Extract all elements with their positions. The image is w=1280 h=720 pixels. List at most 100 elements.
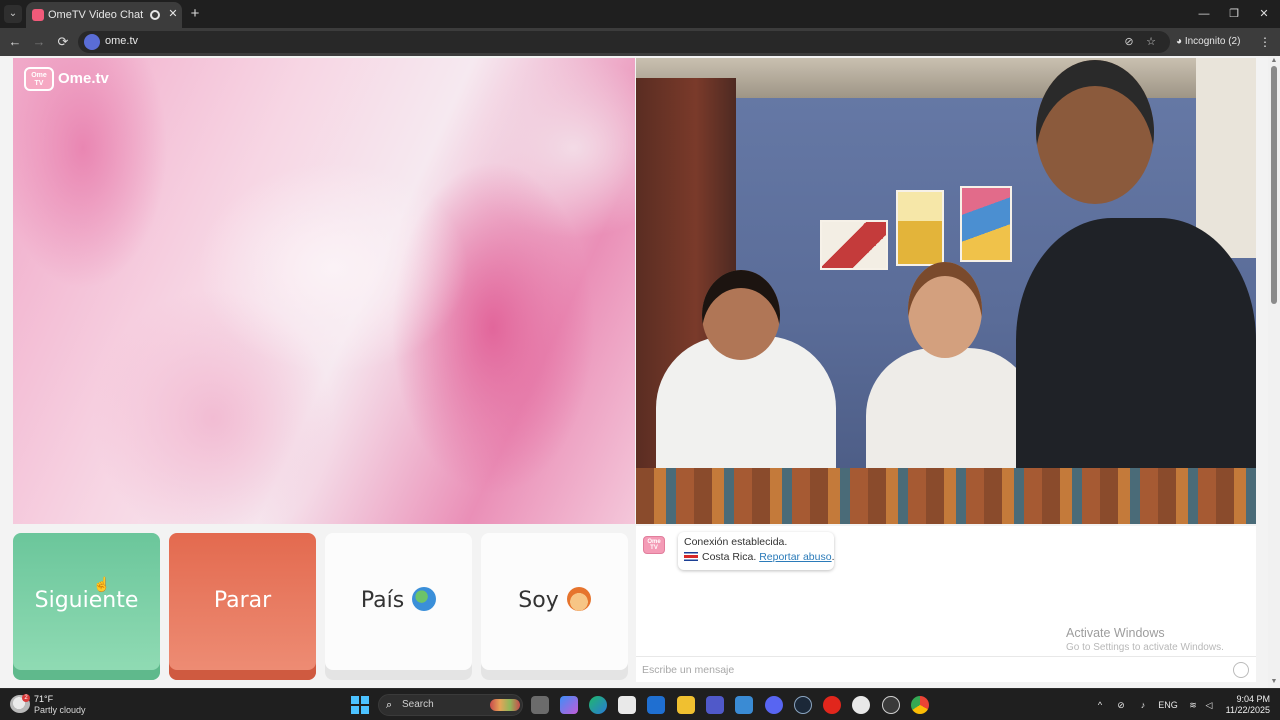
edge-icon[interactable]	[589, 696, 607, 714]
taskbar-search[interactable]: ⌕ Search	[378, 694, 523, 716]
file-icon[interactable]	[531, 696, 549, 714]
clock-date[interactable]: 11/22/2025	[1214, 705, 1270, 716]
search-highlight-art	[490, 699, 520, 711]
poster-sunflowers	[896, 190, 944, 266]
chrome-icon[interactable]	[911, 696, 929, 714]
weather-badge: 2	[22, 694, 30, 702]
stop-button-label: Parar	[213, 588, 272, 613]
logo-text: Ome.tv	[58, 70, 109, 87]
browser-tab-strip: ⌄ OmeTV Video Chat — Ome ✕ + — ❐ ✕	[0, 0, 1280, 28]
steam-icon[interactable]	[794, 696, 812, 714]
my-camera-video: Ome TV Ome.tv	[13, 58, 635, 524]
teams-icon[interactable]	[706, 696, 724, 714]
address-bar[interactable]: ome.tv ⊘ ☆	[78, 31, 1170, 53]
forward-button[interactable]: →	[30, 33, 48, 51]
store-icon[interactable]	[618, 696, 636, 714]
windows-start-icon[interactable]	[351, 696, 369, 714]
favicon-icon	[32, 9, 44, 21]
tab-search-menu-button[interactable]: ⌄	[4, 5, 22, 23]
costa-rica-flag-icon	[684, 552, 698, 561]
logo-badge-icon: Ome TV	[24, 67, 54, 91]
connection-status-text: Conexión establecida.	[684, 536, 788, 548]
country-button[interactable]: País	[325, 533, 472, 680]
poster-red	[820, 220, 888, 270]
minimize-button[interactable]: —	[1194, 4, 1214, 24]
tab-close-button[interactable]: ✕	[166, 7, 180, 21]
incognito-icon: ◕	[1176, 36, 1183, 47]
search-icon: ⌕	[386, 699, 393, 711]
gender-button-label-row: Soy	[481, 585, 628, 617]
incognito-label: Incognito (2)	[1184, 36, 1241, 47]
gender-button[interactable]: Soy	[481, 533, 628, 680]
back-button[interactable]: ←	[6, 33, 24, 51]
message-input-bar	[636, 656, 1256, 682]
emoji-icon[interactable]	[1233, 662, 1249, 678]
scene-window	[1196, 58, 1256, 258]
chatgpt-icon[interactable]	[882, 696, 900, 714]
folder-icon[interactable]	[677, 696, 695, 714]
microphone-icon[interactable]: ♪	[1136, 698, 1150, 712]
mouse-cursor-icon: ☝	[93, 576, 111, 592]
url-text[interactable]: ome.tv	[105, 35, 225, 49]
system-message: Conexión establecida. Costa Rica. Report…	[678, 532, 835, 570]
copilot-icon[interactable]	[560, 696, 578, 714]
person-left-head	[702, 270, 780, 360]
page-scrollbar[interactable]: ▲ ▼	[1268, 56, 1280, 688]
windows-taskbar: 2 71°F Partly cloudy ⌕ Search ^ ⊘ ♪ ENG …	[0, 688, 1280, 720]
reload-button[interactable]: ⟳	[54, 33, 72, 51]
weather-description[interactable]: Partly cloudy	[34, 705, 104, 716]
tray-chevron-icon[interactable]: ^	[1094, 698, 1106, 712]
country-button-label: País	[360, 588, 405, 613]
activate-windows-watermark: Activate Windows Go to Settings to activ…	[1066, 626, 1256, 658]
scene-table	[636, 468, 1256, 524]
globe-icon	[412, 587, 437, 611]
language-indicator[interactable]: ENG	[1156, 698, 1180, 712]
ometv-logo[interactable]: Ome TV Ome.tv	[24, 67, 134, 93]
ometv-avatar-icon: Ome TV	[643, 536, 665, 554]
obs-icon[interactable]	[852, 696, 870, 714]
outlook-icon[interactable]	[647, 696, 665, 714]
report-suffix: .	[831, 551, 835, 563]
country-button-label-row: País	[325, 585, 472, 617]
browser-toolbar: ← → ⟳ ome.tv ⊘ ☆ ◕ Incognito (2) ⋮	[0, 28, 1280, 56]
scroll-down-icon[interactable]: ▼	[1270, 678, 1278, 686]
stop-button[interactable]: Parar	[169, 533, 316, 680]
poster-colorful	[960, 186, 1012, 262]
activate-windows-subtitle: Go to Settings to activate Windows.	[1066, 642, 1224, 653]
partner-country: Costa Rica.	[702, 551, 757, 563]
recording-icon	[150, 10, 160, 20]
next-button-label: Siguiente	[34, 588, 139, 613]
wifi-icon[interactable]: ≋	[1186, 698, 1200, 712]
person-right-head	[1036, 60, 1154, 204]
gender-button-label: Soy	[518, 588, 559, 613]
photos-icon[interactable]	[735, 696, 753, 714]
scrollbar-thumb[interactable]	[1271, 66, 1277, 304]
person-middle-head	[908, 262, 982, 358]
clock-time[interactable]: 9:04 PM	[1222, 694, 1270, 705]
bookmark-star-icon[interactable]: ☆	[1144, 35, 1158, 49]
tab-ometv[interactable]: OmeTV Video Chat — Ome ✕	[26, 2, 182, 28]
weather-temperature[interactable]: 71°F	[34, 694, 94, 705]
incognito-indicator[interactable]: ◕ Incognito (2)	[1176, 34, 1250, 50]
partner-country-line: Costa Rica. Reportar abuso.	[684, 551, 835, 565]
partner-camera-video	[636, 58, 1256, 524]
next-button[interactable]: Siguiente	[13, 533, 160, 680]
window-close-button[interactable]: ✕	[1254, 4, 1274, 24]
tab-title: OmeTV Video Chat — Ome	[48, 9, 144, 21]
scroll-up-icon[interactable]: ▲	[1270, 57, 1278, 65]
activate-windows-title: Activate Windows	[1066, 626, 1165, 640]
discord-icon[interactable]	[765, 696, 783, 714]
opera-icon[interactable]	[823, 696, 841, 714]
boy-face-icon	[566, 587, 591, 611]
site-info-icon[interactable]	[84, 34, 100, 50]
network-off-icon[interactable]: ⊘	[1114, 698, 1128, 712]
restore-button[interactable]: ❐	[1224, 4, 1244, 24]
message-input[interactable]	[642, 661, 1222, 679]
report-abuse-link[interactable]: Reportar abuso	[759, 551, 831, 563]
new-tab-button[interactable]: +	[186, 5, 204, 23]
eye-off-icon[interactable]: ⊘	[1122, 35, 1136, 49]
search-label: Search	[402, 699, 434, 710]
chat-panel: Ome TV Conexión establecida. Costa Rica.…	[636, 526, 1256, 682]
kebab-menu-icon[interactable]: ⋮	[1258, 34, 1272, 50]
ometv-page: Ome TV Ome.tv Siguiente Parar País Soy ☝	[0, 56, 1280, 688]
